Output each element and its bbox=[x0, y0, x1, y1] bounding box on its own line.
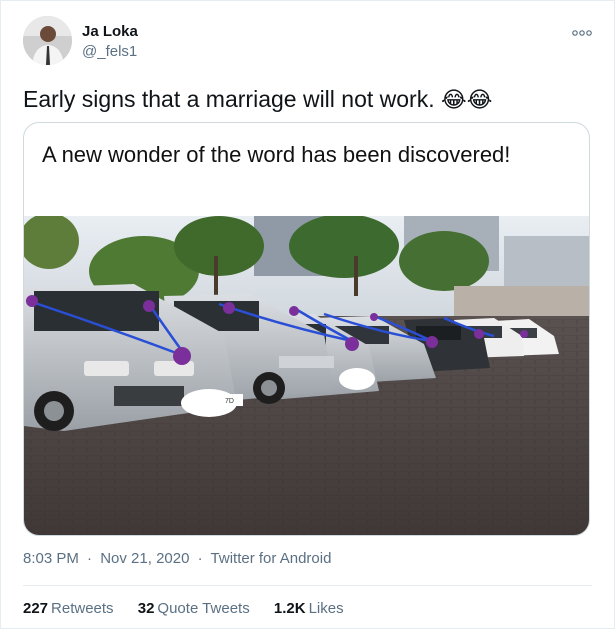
tweet-card: Ja Loka @_fels1 Early signs that a marri… bbox=[0, 0, 615, 629]
tweet-source[interactable]: Twitter for Android bbox=[211, 550, 332, 567]
likes-label: Likes bbox=[308, 600, 344, 617]
retweets-stat[interactable]: 227 Retweets bbox=[23, 600, 114, 617]
tweet-text: Early signs that a marriage will not wor… bbox=[23, 86, 492, 113]
media-caption: A new wonder of the word has been discov… bbox=[42, 142, 511, 167]
quote-tweets-stat[interactable]: 32 Quote Tweets bbox=[138, 600, 250, 617]
laughing-emoji-icon: 😂 bbox=[441, 87, 467, 112]
media-card[interactable]: A new wonder of the word has been discov… bbox=[23, 122, 590, 536]
laughing-emoji-icon: 😂 bbox=[466, 87, 493, 112]
retweets-label: Retweets bbox=[51, 600, 114, 617]
separator-dot: · bbox=[87, 550, 93, 567]
author-name[interactable]: Ja Loka bbox=[82, 23, 138, 40]
quote-tweets-count: 32 bbox=[137, 600, 155, 617]
likes-stat[interactable]: 1.2K Likes bbox=[274, 600, 344, 617]
tweet-body: Early signs that a marriage will not wor… bbox=[23, 86, 435, 112]
avatar-image bbox=[23, 16, 72, 65]
license-plate-text: 7D bbox=[225, 398, 234, 405]
quote-tweets-label: Quote Tweets bbox=[157, 600, 250, 617]
cars-photo-image[interactable]: 7D bbox=[24, 216, 590, 536]
likes-count: 1.2K bbox=[273, 600, 306, 617]
author-handle[interactable]: @_fels1 bbox=[82, 43, 137, 60]
separator-dot: · bbox=[197, 550, 203, 567]
tweet-date[interactable]: Nov 21, 2020 bbox=[100, 550, 189, 567]
avatar[interactable] bbox=[23, 16, 72, 65]
retweets-count: 227 bbox=[23, 600, 49, 617]
more-options-icon[interactable] bbox=[572, 25, 592, 36]
tweet-stats: 227 Retweets 32 Quote Tweets 1.2K Likes bbox=[23, 600, 364, 617]
tweet-meta: 8:03 PM · Nov 21, 2020 · Twitter for And… bbox=[23, 550, 331, 567]
tweet-time[interactable]: 8:03 PM bbox=[23, 550, 79, 567]
divider bbox=[23, 585, 592, 586]
